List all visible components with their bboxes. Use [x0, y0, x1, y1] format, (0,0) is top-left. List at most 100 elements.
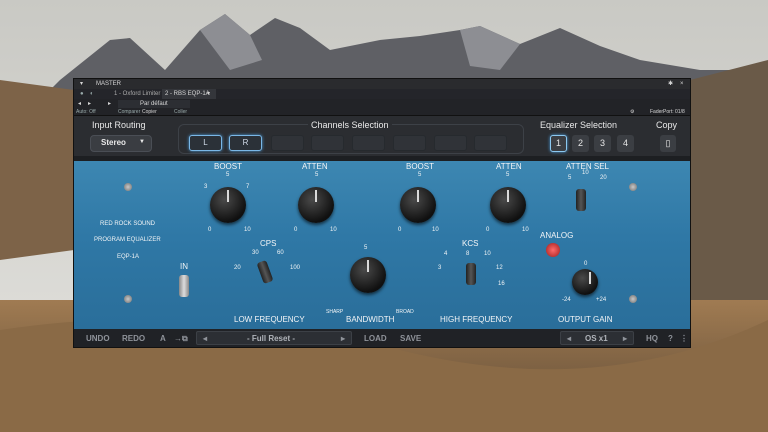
in-label: IN	[180, 262, 188, 271]
kcs-12: 12	[496, 265, 503, 271]
redo-button[interactable]: REDO	[122, 334, 145, 343]
tab-rbs-eqp-1a-label: 2 - RBS EQP-1A	[165, 91, 210, 97]
menu-icon[interactable]: ▾	[80, 80, 83, 88]
cps-30: 30	[252, 250, 259, 256]
save-button[interactable]: SAVE	[400, 334, 421, 343]
ab-button[interactable]: A	[160, 334, 166, 343]
scale-10: 10	[330, 227, 337, 233]
brand-line-2: PROGRAM EQUALIZER	[94, 237, 161, 243]
channel-slot-8[interactable]	[474, 135, 507, 151]
preset-name: - Full Reset -	[247, 334, 296, 343]
power-icon[interactable]: ●	[80, 90, 84, 98]
window-title: MASTER	[96, 81, 122, 87]
atten-high-knob[interactable]	[490, 187, 526, 223]
chevron-left-icon[interactable]: ◂	[567, 334, 571, 343]
copy-preset-button[interactable]: Copier	[142, 108, 157, 116]
eq-button-1[interactable]: 1	[550, 135, 567, 152]
analog-label: ANALOG	[540, 231, 574, 240]
cps-switch[interactable]	[256, 259, 274, 285]
copy-label: Copy	[656, 120, 678, 130]
boost-high-knob[interactable]	[400, 187, 436, 223]
output-gain-knob[interactable]	[572, 269, 598, 295]
boost-high-label: BOOST	[406, 162, 435, 171]
boost-low-label: BOOST	[214, 162, 243, 171]
analog-button[interactable]	[546, 243, 560, 257]
insert-tabs-bar: ● ◐ 1 - Oxford Limiter 2 - RBS EQP-1A ▾	[74, 89, 690, 99]
channel-slot-7[interactable]	[434, 135, 467, 151]
arrow-right-icon[interactable]: ▸	[88, 100, 91, 108]
compare-button[interactable]: Comparer	[118, 108, 140, 116]
chevron-down-icon: ▼	[139, 139, 145, 145]
chevron-down-icon: ▾	[207, 91, 211, 97]
channel-slot-3[interactable]	[271, 135, 304, 151]
hq-button[interactable]: HQ	[646, 334, 658, 343]
atten-sel-5: 5	[568, 175, 572, 181]
output-plus-24: +24	[596, 297, 607, 303]
chevron-left-icon[interactable]: ◂	[203, 334, 207, 343]
bw-scale-5: 5	[364, 245, 368, 251]
boost-low-knob[interactable]	[210, 187, 246, 223]
preset-select-label: Par défaut	[140, 101, 168, 107]
scale-5: 5	[315, 172, 319, 178]
auto-status: Auto: Off	[76, 109, 96, 115]
scale-0: 0	[486, 227, 490, 233]
tab-oxford-limiter[interactable]: 1 - Oxford Limiter	[114, 90, 160, 98]
chevron-right-icon[interactable]: ▸	[341, 334, 345, 343]
tab-rbs-eqp-1a[interactable]: 2 - RBS EQP-1A ▾	[162, 89, 216, 99]
preset-browser[interactable]: ◂ - Full Reset - ▸	[196, 331, 352, 345]
kcs-3: 3	[438, 265, 442, 271]
scale-10: 10	[244, 227, 251, 233]
pin-icon[interactable]: ✱	[668, 80, 673, 88]
cps-100: 100	[290, 265, 301, 271]
kcs-switch[interactable]	[466, 263, 476, 285]
gear-icon[interactable]: ⚙	[630, 108, 634, 116]
eq-button-4[interactable]: 4	[617, 135, 634, 152]
atten-sel-switch[interactable]	[576, 189, 586, 211]
atten-low-label: ATTEN	[302, 162, 328, 171]
screw-icon	[629, 295, 637, 303]
atten-low-knob[interactable]	[298, 187, 334, 223]
scale-7: 7	[246, 184, 250, 190]
clipboard-icon: ▯	[665, 138, 671, 148]
kcs-4: 4	[444, 251, 448, 257]
cps-20: 20	[234, 265, 241, 271]
kcs-label: KCS	[462, 239, 479, 248]
ab-copy-icon[interactable]: →⧉	[174, 334, 188, 344]
atten-sel-10: 10	[582, 170, 589, 176]
bypass-icon[interactable]: ◐	[90, 90, 94, 98]
channel-slot-6[interactable]	[393, 135, 426, 151]
channel-slot-5[interactable]	[352, 135, 385, 151]
plugin-window: ▾ MASTER ✱ × ● ◐ 1 - Oxford Limiter 2 - …	[74, 79, 690, 347]
cps-label: CPS	[260, 239, 277, 248]
load-button[interactable]: LOAD	[364, 334, 387, 343]
kcs-16: 16	[498, 281, 505, 287]
oversampling-select[interactable]: ◂ OS x1 ▸	[560, 331, 634, 345]
copy-button[interactable]: ▯	[660, 135, 676, 152]
preset-select[interactable]: Par défaut	[118, 100, 190, 108]
play-icon[interactable]: ▸	[108, 100, 111, 108]
bandwidth-knob[interactable]	[350, 257, 386, 293]
low-frequency-label: LOW FREQUENCY	[234, 315, 305, 324]
eq-button-3[interactable]: 3	[594, 135, 611, 152]
close-icon[interactable]: ×	[680, 80, 684, 88]
arrow-left-icon[interactable]: ◂	[78, 100, 81, 108]
chevron-right-icon[interactable]: ▸	[623, 334, 627, 343]
host-preset-bar: ◂ ▸ Auto: Off ▸ Par défaut Comparer Copi…	[74, 99, 690, 116]
in-switch[interactable]	[179, 275, 189, 297]
routing-dropdown[interactable]: Stereo ▼	[90, 135, 152, 152]
screw-icon	[124, 295, 132, 303]
scale-5: 5	[418, 172, 422, 178]
scale-0: 0	[208, 227, 212, 233]
more-icon[interactable]: ⋮	[680, 334, 688, 343]
scale-0: 0	[398, 227, 402, 233]
undo-button[interactable]: UNDO	[86, 334, 110, 343]
scale-5: 5	[226, 172, 230, 178]
channel-slot-4[interactable]	[311, 135, 344, 151]
eq-button-2[interactable]: 2	[572, 135, 589, 152]
cps-60: 60	[277, 250, 284, 256]
paste-preset-button[interactable]: Coller	[174, 108, 187, 116]
channel-button-r[interactable]: R	[229, 135, 262, 151]
help-button[interactable]: ?	[668, 334, 673, 343]
kcs-10: 10	[484, 251, 491, 257]
channel-button-l[interactable]: L	[189, 135, 222, 151]
